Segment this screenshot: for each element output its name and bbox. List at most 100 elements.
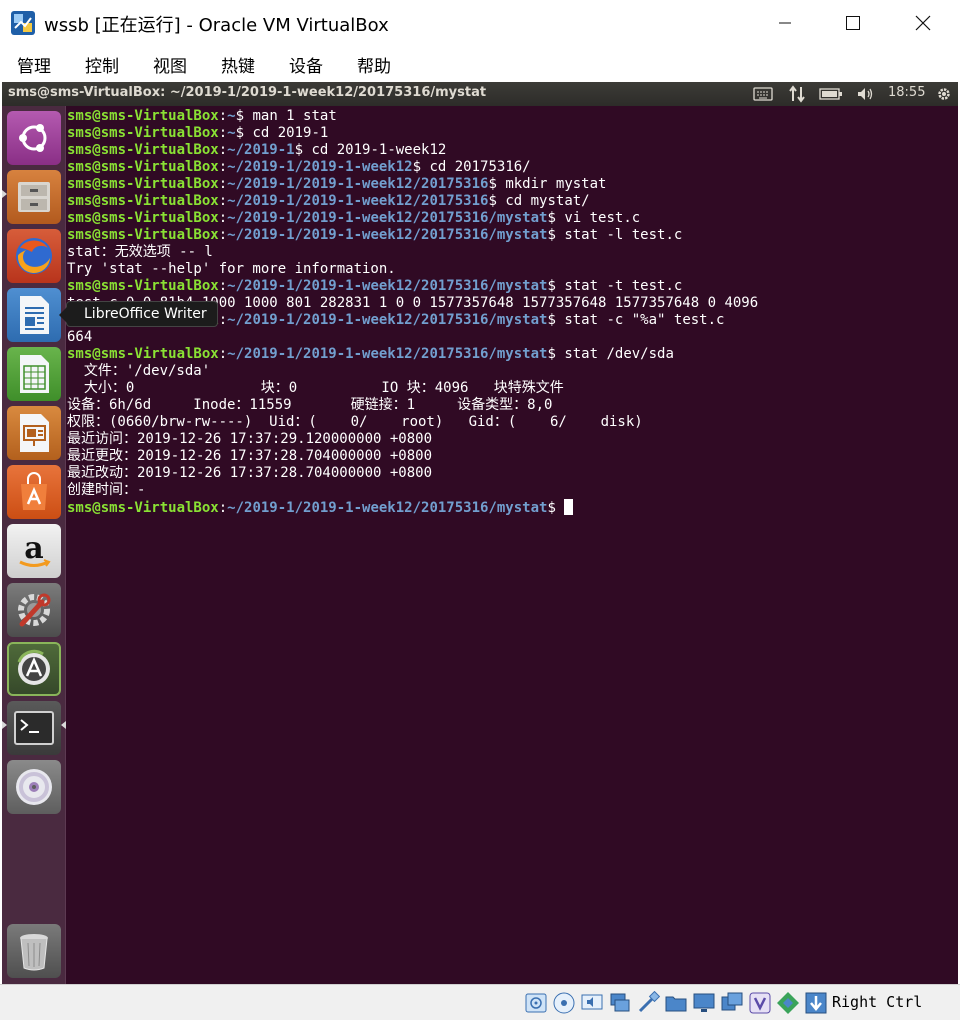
launcher-libreoffice-writer[interactable]: [7, 288, 61, 342]
file-cabinet-icon: [18, 182, 50, 212]
mouse-integration-icon[interactable]: [776, 991, 800, 1015]
prompt-user-host: sms@sms-VirtualBox: [67, 108, 219, 124]
launcher-ubuntu-software[interactable]: [7, 465, 61, 519]
command-text: cd 20175316/: [421, 159, 531, 175]
prompt-path: ~/2019-1/2019-1-week12/20175316/mystat: [227, 346, 548, 362]
prompt-path: ~/2019-1/2019-1-week12/20175316/mystat: [227, 227, 548, 243]
prompt-separator: :: [218, 125, 228, 141]
minimize-button[interactable]: [762, 0, 808, 46]
prompt-separator: :: [218, 176, 228, 192]
prompt-symbol: $: [294, 142, 304, 158]
virtualization-icon[interactable]: [748, 991, 772, 1015]
terminal-line: sms@sms-VirtualBox:~/2019-1/2019-1-week1…: [67, 227, 958, 244]
terminal-line: sms@sms-VirtualBox:~/2019-1/2019-1-week1…: [67, 159, 958, 176]
terminal-cursor: [564, 499, 574, 515]
keyboard-icon[interactable]: [752, 84, 774, 104]
prompt-separator: :: [218, 108, 228, 124]
terminal-output: 最近更改：2019-12-26 17:37:28.704000000 +0800: [67, 448, 433, 464]
launcher-software-updater[interactable]: [7, 642, 61, 696]
launcher-firefox[interactable]: [7, 229, 61, 283]
prompt-symbol: $: [547, 346, 556, 362]
prompt-separator: :: [218, 500, 228, 516]
terminal-line: sms@sms-VirtualBox:~/2019-1/2019-1-week1…: [67, 499, 958, 516]
terminal-line: Try 'stat --help' for more information.: [67, 261, 958, 278]
keyboard-capture-icon[interactable]: [804, 991, 828, 1015]
prompt-user-host: sms@sms-VirtualBox: [67, 176, 219, 192]
firefox-icon: [16, 238, 52, 274]
launcher-files[interactable]: [7, 170, 61, 224]
impress-presentation-icon: [20, 414, 49, 452]
prompt-path: ~/2019-1: [227, 142, 295, 158]
launcher-system-settings[interactable]: [7, 583, 61, 637]
window-title: wssb [正在运行] - Oracle VM VirtualBox: [44, 15, 389, 36]
audio-icon[interactable]: [580, 991, 604, 1015]
command-text: stat -l test.c: [555, 227, 683, 243]
maximize-button[interactable]: [830, 0, 876, 46]
menu-manage[interactable]: 管理: [17, 52, 51, 77]
launcher-trash[interactable]: [7, 924, 61, 978]
menu-hotkeys[interactable]: 热键: [221, 52, 255, 77]
volume-icon[interactable]: [854, 84, 876, 104]
terminal-output: 最近改动：2019-12-26 17:37:28.704000000 +0800: [67, 465, 433, 481]
menu-view[interactable]: 视图: [153, 52, 187, 77]
prompt-symbol: $: [547, 278, 556, 294]
close-button[interactable]: [900, 0, 946, 46]
display-icon[interactable]: [692, 991, 716, 1015]
usb-icon[interactable]: [636, 991, 660, 1015]
gear-icon[interactable]: [934, 84, 954, 104]
prompt-user-host: sms@sms-VirtualBox: [67, 193, 219, 209]
command-text: stat -t test.c: [555, 278, 683, 294]
prompt-path: ~/2019-1/2019-1-week12: [227, 159, 413, 175]
prompt-separator: :: [218, 227, 228, 243]
prompt-separator: :: [218, 278, 228, 294]
command-text: cd 2019-1: [244, 125, 329, 141]
launcher-ubuntu-dash[interactable]: [7, 111, 61, 165]
menu-devices[interactable]: 设备: [289, 52, 323, 77]
launcher-dvd[interactable]: [7, 760, 61, 814]
video-capture-icon[interactable]: [720, 991, 744, 1015]
writer-document-icon: [20, 296, 49, 334]
prompt-symbol: $: [488, 176, 497, 192]
menu-bar: 管理 控制 视图 热键 设备 帮助: [0, 46, 960, 82]
prompt-separator: :: [218, 142, 228, 158]
terminal-output: Try 'stat --help' for more information.: [67, 261, 396, 277]
prompt-user-host: sms@sms-VirtualBox: [67, 159, 219, 175]
launcher-amazon[interactable]: a: [7, 524, 61, 578]
terminal-line: 664: [67, 329, 958, 346]
network-icon[interactable]: [608, 991, 632, 1015]
prompt-separator: :: [218, 193, 228, 209]
terminal-line: 权限：(0660/brw-rw----) Uid：( 0/ root) Gid：…: [67, 414, 958, 431]
prompt-user-host: sms@sms-VirtualBox: [67, 500, 219, 516]
terminal-output: 创建时间：-: [67, 482, 146, 498]
terminal-output: 文件：'/dev/sda': [67, 363, 211, 379]
prompt-symbol: $: [235, 125, 245, 141]
shared-folder-icon[interactable]: [664, 991, 688, 1015]
terminal-line: 最近访问：2019-12-26 17:37:29.120000000 +0800: [67, 431, 958, 448]
prompt-path: ~/2019-1/2019-1-week12/20175316/mystat: [227, 278, 548, 294]
battery-icon[interactable]: [818, 84, 844, 104]
menu-control[interactable]: 控制: [85, 52, 119, 77]
disc-icon: [16, 769, 52, 805]
clock[interactable]: 18:55: [888, 85, 925, 100]
terminal-line: sms@sms-VirtualBox:~$ man 1 stat: [67, 108, 958, 125]
network-icon[interactable]: [786, 84, 808, 104]
prompt-separator: :: [218, 346, 228, 362]
prompt-symbol: $: [235, 108, 245, 124]
launcher-tooltip: LibreOffice Writer: [59, 301, 218, 327]
minimize-icon: [779, 22, 791, 24]
trash-icon: [20, 934, 48, 971]
command-text: cd 2019-1-week12: [303, 142, 447, 158]
optical-drive-icon[interactable]: [552, 991, 576, 1015]
command-text: mkdir mystat: [496, 176, 607, 192]
hard-disk-icon[interactable]: [524, 991, 548, 1015]
command-text: [556, 500, 564, 516]
launcher-terminal[interactable]: [7, 701, 61, 755]
terminal-line: sms@sms-VirtualBox:~/2019-1$ cd 2019-1-w…: [67, 142, 958, 159]
menu-help[interactable]: 帮助: [357, 52, 391, 77]
launcher-libreoffice-impress[interactable]: [7, 406, 61, 460]
prompt-user-host: sms@sms-VirtualBox: [67, 142, 219, 158]
terminal-output: stat：无效选项 -- l: [67, 244, 213, 260]
launcher-libreoffice-calc[interactable]: [7, 347, 61, 401]
terminal-window[interactable]: sms@sms-VirtualBox:~$ man 1 stat sms@sms-…: [66, 106, 958, 984]
terminal-line: 文件：'/dev/sda': [67, 363, 958, 380]
